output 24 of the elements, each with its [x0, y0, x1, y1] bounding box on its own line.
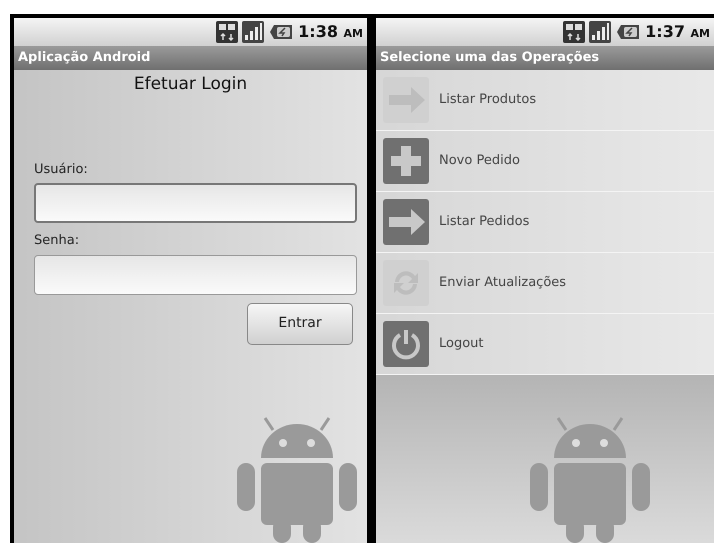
field-label: Usuário:	[34, 160, 89, 178]
input-field[interactable]	[34, 254, 357, 294]
clock-time: 1:37 AM	[645, 21, 710, 43]
menu-item[interactable]: Listar Produtos	[376, 70, 714, 131]
battery-icon	[268, 23, 294, 41]
signal-icon	[242, 21, 264, 43]
refresh-icon	[383, 260, 429, 306]
menu-item[interactable]: Novo Pedido	[376, 131, 714, 192]
title-bar: Aplicação Android	[14, 46, 367, 70]
field-label: Senha:	[34, 232, 80, 250]
input-field[interactable]	[34, 183, 357, 223]
power-icon	[383, 321, 429, 367]
battery-icon	[615, 23, 642, 41]
signal-icon	[589, 21, 612, 43]
title-bar: Selecione uma das Operações	[376, 46, 714, 70]
3g-icon	[563, 21, 586, 43]
menu-item[interactable]: Listar Pedidos	[376, 192, 714, 253]
menu-item[interactable]: Logout	[376, 314, 714, 375]
plus-icon	[383, 138, 429, 184]
login-button[interactable]: Entrar	[247, 302, 353, 344]
3g-icon	[216, 21, 238, 43]
menu-item[interactable]: Enviar Atualizações	[376, 253, 714, 314]
clock-time: 1:38 AM	[298, 21, 363, 43]
screen-heading: Efetuar Login	[132, 73, 248, 96]
